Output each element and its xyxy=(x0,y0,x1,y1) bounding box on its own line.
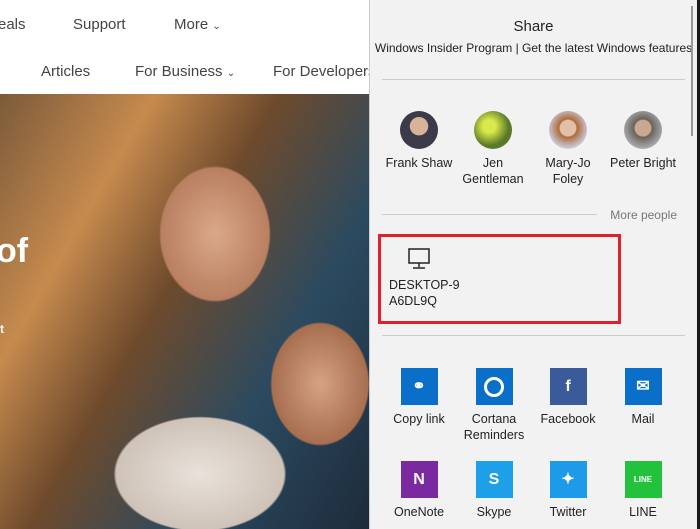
nav-for-business[interactable]: For Business ⌄ xyxy=(135,63,235,80)
app-copy-link[interactable]: ⚭ Copy link xyxy=(379,368,459,427)
chevron-down-icon: ⌄ xyxy=(226,68,236,79)
avatar xyxy=(474,111,512,149)
device-name-2: A6DL9Q xyxy=(389,294,437,308)
more-people-link[interactable]: More people xyxy=(610,208,677,222)
nav-for-developers[interactable]: For Developers xyxy=(273,63,376,80)
app-label: Twitter xyxy=(549,505,587,519)
person-name: Mary-Jo xyxy=(545,156,591,170)
nav-more-label: More xyxy=(174,16,209,33)
line-icon: LINE xyxy=(624,461,662,498)
app-label: Skype xyxy=(476,505,512,519)
nav-articles[interactable]: Articles xyxy=(41,63,90,80)
app-skype[interactable]: S Skype xyxy=(454,461,534,520)
avatar xyxy=(400,111,438,149)
chevron-down-icon: ⌄ xyxy=(212,21,221,32)
person-mary-jo-foley[interactable]: Mary-Jo Foley xyxy=(530,111,606,187)
nav-support[interactable]: Support xyxy=(73,16,126,33)
top-nav: eals Support More ⌄ xyxy=(0,0,370,47)
divider xyxy=(382,214,597,215)
person-name-2: Gentleman xyxy=(462,172,524,186)
person-name-2: Foley xyxy=(552,172,584,186)
avatar xyxy=(624,111,662,149)
app-label: OneNote xyxy=(393,505,445,519)
nav-for-business-label: For Business xyxy=(135,63,223,80)
share-title: Share xyxy=(513,18,554,35)
device-desktop[interactable]: DESKTOP-9 A6DL9Q xyxy=(378,234,621,324)
device-name-1: DESKTOP-9 xyxy=(389,278,460,292)
divider xyxy=(382,335,685,336)
person-jen-gentleman[interactable]: Jen Gentleman xyxy=(455,111,531,187)
sub-nav: Articles For Business ⌄ For Developers xyxy=(0,47,376,94)
person-frank-shaw[interactable]: Frank Shaw xyxy=(381,111,457,171)
app-twitter[interactable]: ✦ Twitter xyxy=(528,461,608,520)
person-peter-bright[interactable]: Peter Bright xyxy=(605,111,681,171)
mail-icon: ✉ xyxy=(624,368,662,405)
app-cortana-reminders[interactable]: Cortana Reminders xyxy=(454,368,534,443)
app-facebook[interactable]: f Facebook xyxy=(528,368,608,427)
skype-icon: S xyxy=(475,461,513,498)
nav-more[interactable]: More ⌄ xyxy=(174,16,221,33)
app-label-2: Reminders xyxy=(463,428,525,442)
person-name: Frank Shaw xyxy=(385,156,453,170)
twitter-icon: ✦ xyxy=(549,461,587,498)
app-label: Copy link xyxy=(393,412,445,426)
facebook-icon: f xyxy=(549,368,587,405)
cortana-icon xyxy=(475,368,513,405)
person-name: Jen xyxy=(482,156,504,170)
app-mail[interactable]: ✉ Mail xyxy=(603,368,683,427)
person-name: Peter Bright xyxy=(609,156,676,170)
app-onenote[interactable]: N OneNote xyxy=(379,461,459,520)
divider xyxy=(382,79,685,80)
device-name: DESKTOP-9 A6DL9Q xyxy=(389,277,460,309)
app-label: LINE xyxy=(629,505,657,519)
share-panel: Share Windows Insider Program | Get the … xyxy=(369,0,697,529)
avatar xyxy=(549,111,587,149)
hero-heading: of xyxy=(0,232,29,270)
link-icon: ⚭ xyxy=(400,368,438,405)
nav-deals[interactable]: eals xyxy=(0,16,26,33)
app-label: Cortana xyxy=(471,412,517,426)
share-subtitle: Windows Insider Program | Get the latest… xyxy=(374,41,693,55)
hero-image: of t xyxy=(0,94,370,529)
scrollbar[interactable] xyxy=(691,6,693,136)
app-label: Facebook xyxy=(540,412,596,426)
app-label: Mail xyxy=(631,412,655,426)
onenote-icon: N xyxy=(400,461,438,498)
hero-subtext: t xyxy=(0,322,4,336)
monitor-icon xyxy=(408,248,430,269)
app-line[interactable]: LINE LINE xyxy=(603,461,683,520)
